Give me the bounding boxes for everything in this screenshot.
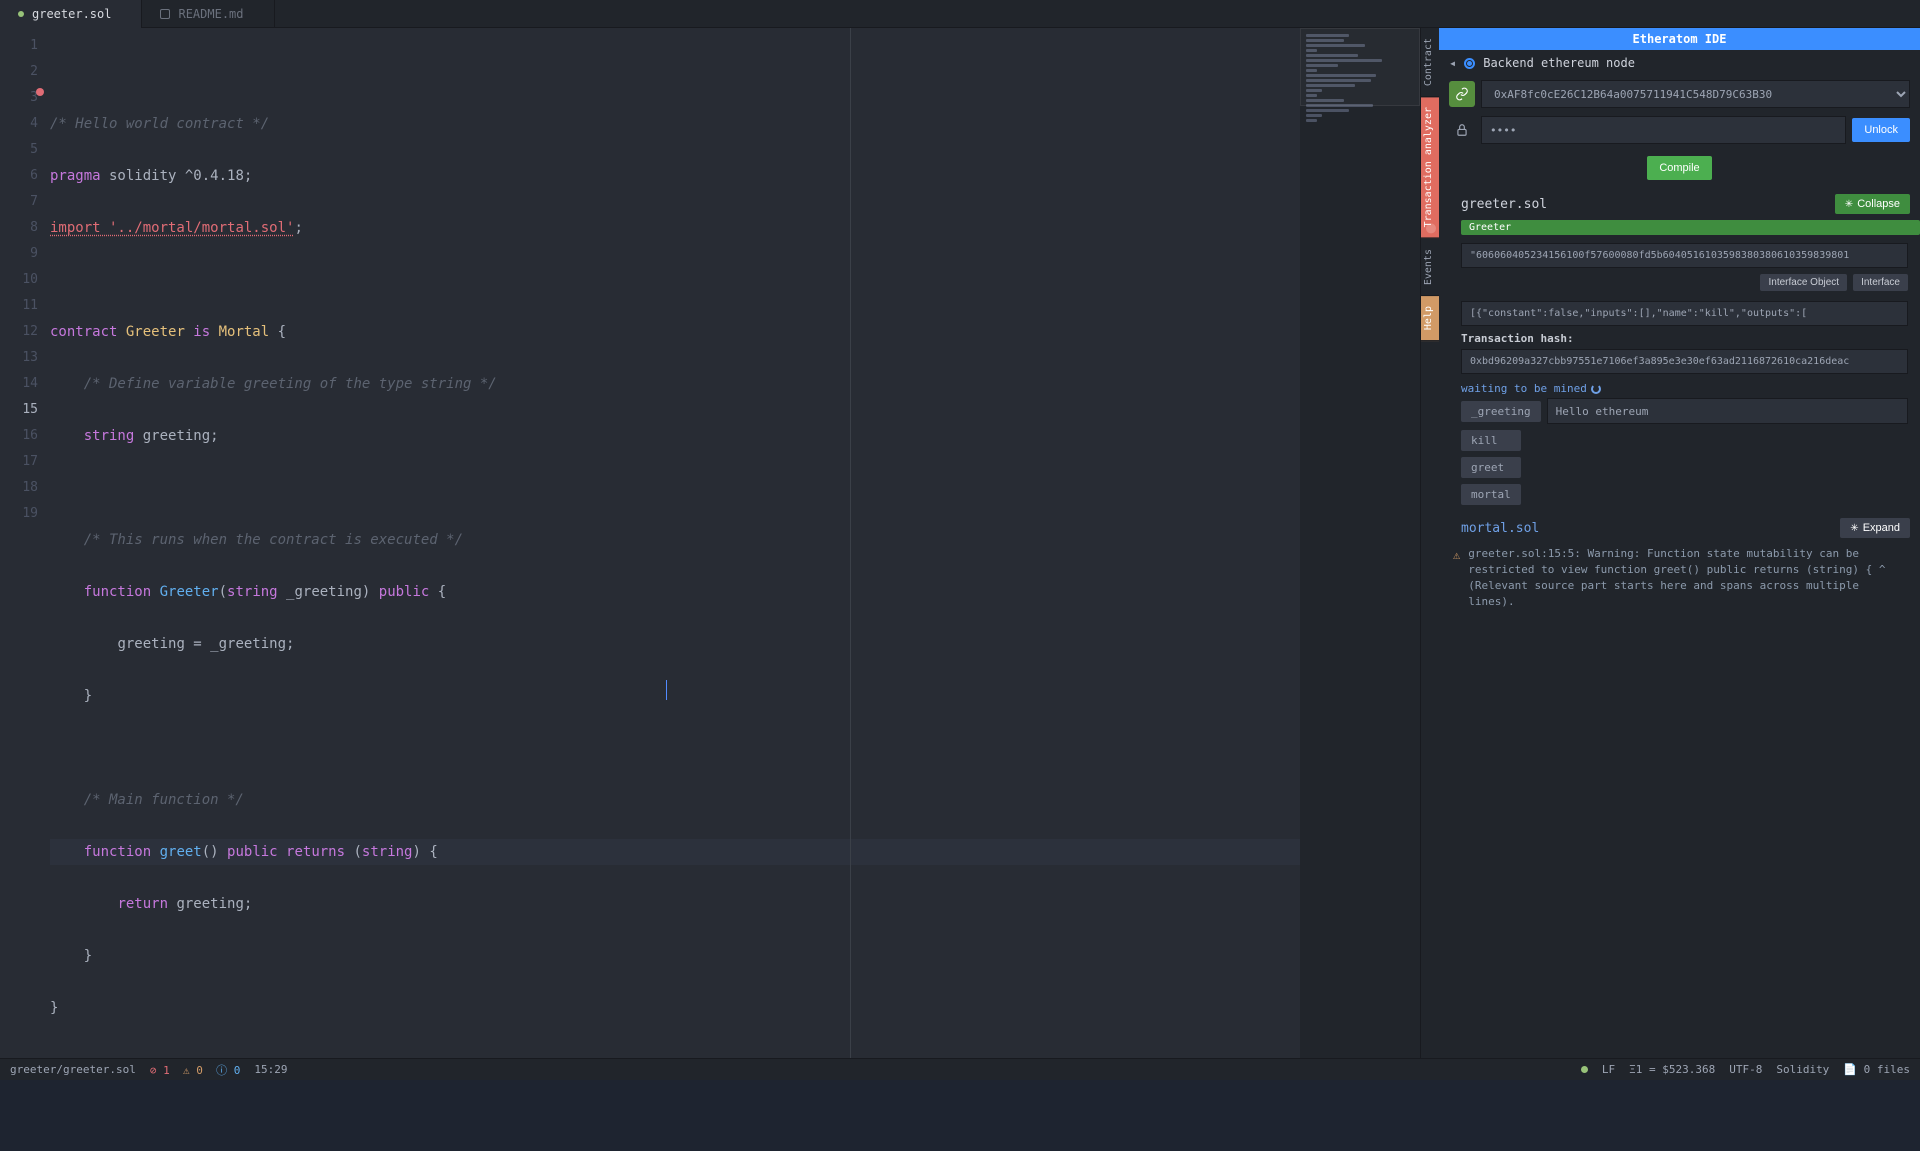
breakpoint-icon[interactable] <box>36 88 44 96</box>
file-icon <box>18 11 24 17</box>
txhash-box[interactable]: 0xbd96209a327cbb97551e7106ef3a895e3e30ef… <box>1461 349 1908 374</box>
expand-button[interactable]: ✳ Expand <box>1840 518 1910 538</box>
contract-badge[interactable]: Greeter <box>1461 220 1920 235</box>
lock-icon <box>1449 117 1475 143</box>
compile-button[interactable]: Compile <box>1647 156 1711 180</box>
chevron-left-icon[interactable]: ◂ <box>1449 56 1456 70</box>
backend-label: Backend ethereum node <box>1483 56 1635 70</box>
spinner-icon <box>1591 384 1601 394</box>
tab-label: README.md <box>178 0 243 28</box>
unlock-button[interactable]: Unlock <box>1852 118 1910 142</box>
ruler <box>850 28 851 1058</box>
code-area[interactable]: /* Hello world contract */ pragma solidi… <box>50 28 1300 1058</box>
vtab-help[interactable]: Help <box>1421 296 1439 341</box>
vtab-events[interactable]: Events <box>1421 239 1439 296</box>
status-dot-icon <box>1581 1066 1588 1073</box>
text-cursor <box>666 680 667 700</box>
mining-status: waiting to be mined <box>1439 378 1920 395</box>
vertical-tabs: Contract Transaction analyzer Events Hel… <box>1421 28 1439 1058</box>
fn-kill-button[interactable]: kill <box>1461 430 1521 451</box>
panel-title: Etheratom IDE <box>1439 28 1920 50</box>
mortal-file-label: mortal.sol <box>1461 521 1539 536</box>
vtab-transaction-analyzer[interactable]: Transaction analyzer <box>1421 97 1439 238</box>
status-encoding[interactable]: UTF-8 <box>1729 1063 1762 1076</box>
side-panel: Contract Transaction analyzer Events Hel… <box>1420 28 1920 1058</box>
link-icon <box>1449 81 1475 107</box>
code-line: /* Hello world contract */ <box>50 116 269 132</box>
interface-button[interactable]: Interface <box>1853 274 1908 291</box>
minimap-viewport[interactable] <box>1300 28 1420 106</box>
status-files[interactable]: 📄 0 files <box>1843 1063 1910 1076</box>
fn-greeting-input[interactable] <box>1547 398 1908 424</box>
tab-readme[interactable]: README.md <box>142 0 274 28</box>
fn-mortal-button[interactable]: mortal <box>1461 484 1521 505</box>
bytecode-box[interactable]: "606060405234156100f57600080fd5b60405161… <box>1461 243 1908 268</box>
markdown-icon <box>160 9 170 19</box>
expand-icon: ✳ <box>1850 523 1858 534</box>
fn-greet-button[interactable]: greet <box>1461 457 1521 478</box>
tab-label: greeter.sol <box>32 0 111 28</box>
compiled-file-label: greeter.sol <box>1461 197 1547 212</box>
vtab-contract[interactable]: Contract <box>1421 28 1439 97</box>
status-diagnostics[interactable]: ⊘ 1 ⚠ 0 ⓘ 0 <box>150 1062 241 1078</box>
editor[interactable]: 1234 5678 9101112 13141516 171819 /* Hel… <box>0 28 1420 1058</box>
status-lf[interactable]: LF <box>1602 1063 1615 1076</box>
status-bar: greeter/greeter.sol ⊘ 1 ⚠ 0 ⓘ 0 15:29 LF… <box>0 1058 1920 1080</box>
collapse-button[interactable]: ✳ Collapse <box>1835 194 1910 214</box>
radio-backend[interactable] <box>1464 58 1475 69</box>
txhash-label: Transaction hash: <box>1439 330 1920 347</box>
address-select[interactable]: 0xAF8fc0cE26C12B64a0075711941C548D79C63B… <box>1481 80 1910 108</box>
collapse-icon: ✳ <box>1845 199 1853 210</box>
password-input[interactable] <box>1481 116 1846 144</box>
warning-icon: ⚠ <box>1453 546 1460 610</box>
warning-row: ⚠ greeter.sol:15:5: Warning: Function st… <box>1439 538 1920 618</box>
minimap[interactable] <box>1300 28 1420 1058</box>
status-eth-price[interactable]: Ξ1 = $523.368 <box>1629 1063 1715 1076</box>
warning-text: greeter.sol:15:5: Warning: Function stat… <box>1468 546 1906 610</box>
status-language[interactable]: Solidity <box>1776 1063 1829 1076</box>
gutter: 1234 5678 9101112 13141516 171819 <box>0 28 50 1058</box>
status-path[interactable]: greeter/greeter.sol <box>10 1063 136 1076</box>
interface-object-button[interactable]: Interface Object <box>1760 274 1847 291</box>
backend-node-row: ◂ Backend ethereum node <box>1439 50 1920 76</box>
status-cursor[interactable]: 15:29 <box>254 1063 287 1076</box>
tab-bar: greeter.sol README.md <box>0 0 1920 28</box>
tab-greeter[interactable]: greeter.sol <box>0 0 142 28</box>
fn-greeting-label: _greeting <box>1461 401 1541 422</box>
abi-box[interactable]: [{"constant":false,"inputs":[],"name":"k… <box>1461 301 1908 326</box>
